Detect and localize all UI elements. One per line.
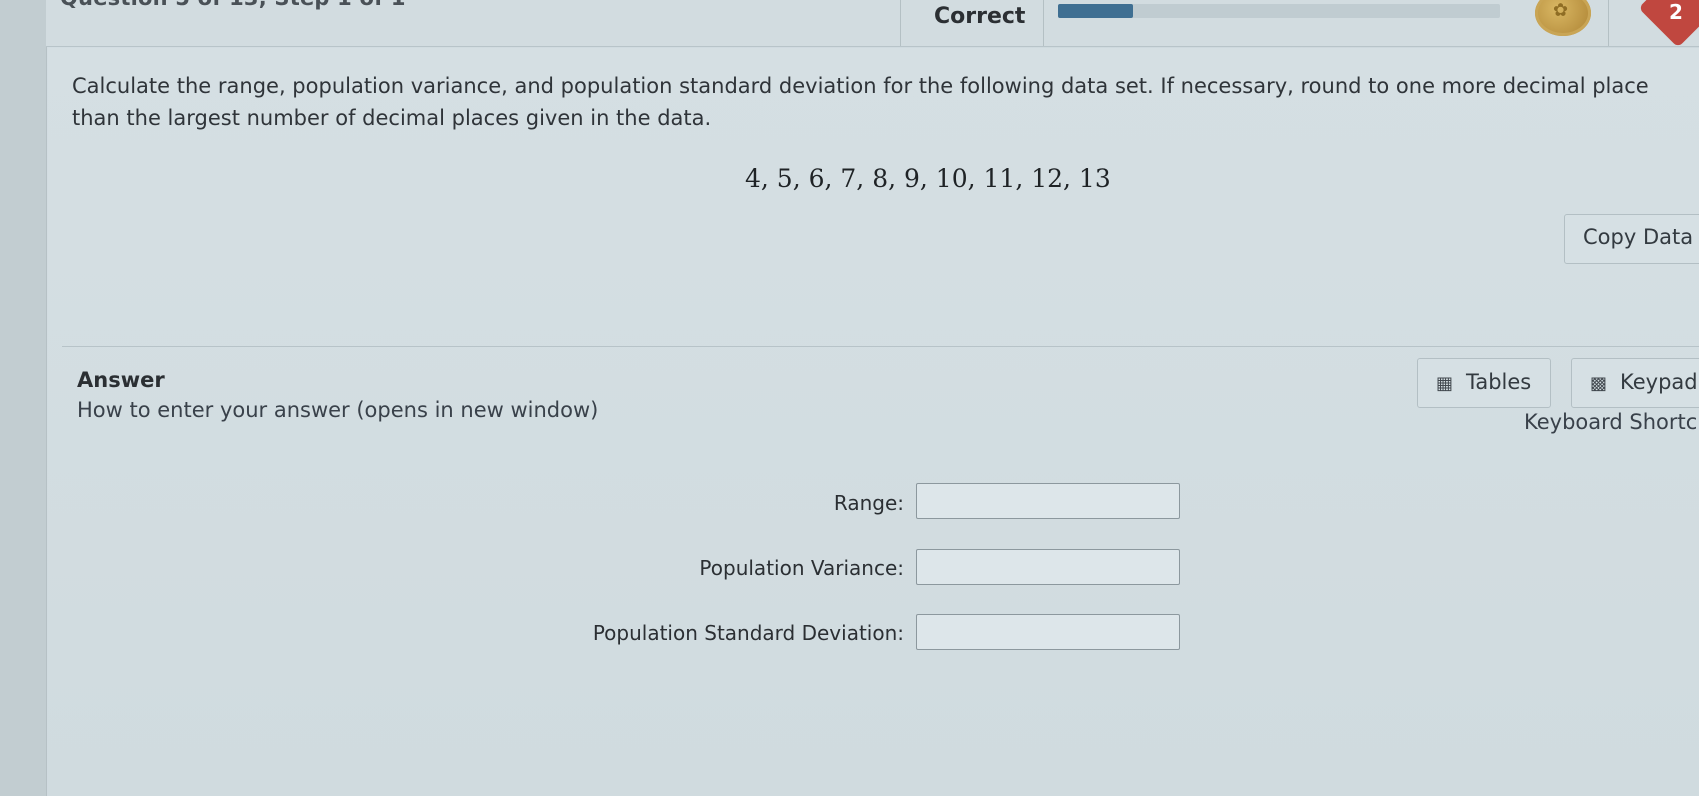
data-set: 4, 5, 6, 7, 8, 9, 10, 11, 12, 13 — [745, 164, 1111, 193]
population-std-dev-label: Population Standard Deviation: — [592, 621, 904, 645]
tables-label: Tables — [1466, 370, 1532, 394]
table-grid-icon: ▦ — [1436, 373, 1454, 394]
coin-glyph-icon: ✿ — [1553, 0, 1569, 21]
population-variance-label: Population Variance: — [699, 556, 904, 580]
question-prompt: Calculate the range, population variance… — [72, 74, 1649, 130]
calculator-icon: ▩ — [1590, 373, 1608, 394]
how-to-enter-link[interactable]: How to enter your answer (opens in new w… — [77, 398, 598, 422]
answer-heading: Answer — [77, 368, 165, 392]
question-progress: Question 5 of 13, Step 1 of 1 — [60, 0, 406, 10]
streak-count: 2 — [1669, 0, 1683, 24]
population-std-dev-input[interactable] — [916, 614, 1180, 650]
status-label: Correct — [934, 4, 1026, 29]
population-variance-input[interactable] — [916, 549, 1180, 585]
section-divider — [62, 346, 1699, 347]
header-divider — [900, 0, 901, 46]
copy-data-button[interactable]: Copy Data — [1564, 214, 1699, 264]
tables-button[interactable]: ▦ Tables — [1417, 358, 1551, 408]
range-label: Range: — [833, 491, 904, 515]
keypad-button[interactable]: ▩ Keypad — [1571, 358, 1699, 408]
keypad-label: Keypad — [1620, 370, 1698, 394]
left-sidebar-strip — [0, 0, 47, 796]
question-panel — [48, 48, 1699, 796]
range-input[interactable] — [916, 483, 1180, 519]
keyboard-shortcuts-link[interactable]: Keyboard Shortcut — [1524, 410, 1699, 434]
progress-bar — [1058, 4, 1500, 18]
header-divider — [1043, 0, 1044, 46]
header-divider — [1608, 0, 1609, 46]
progress-bar-fill — [1058, 4, 1134, 18]
